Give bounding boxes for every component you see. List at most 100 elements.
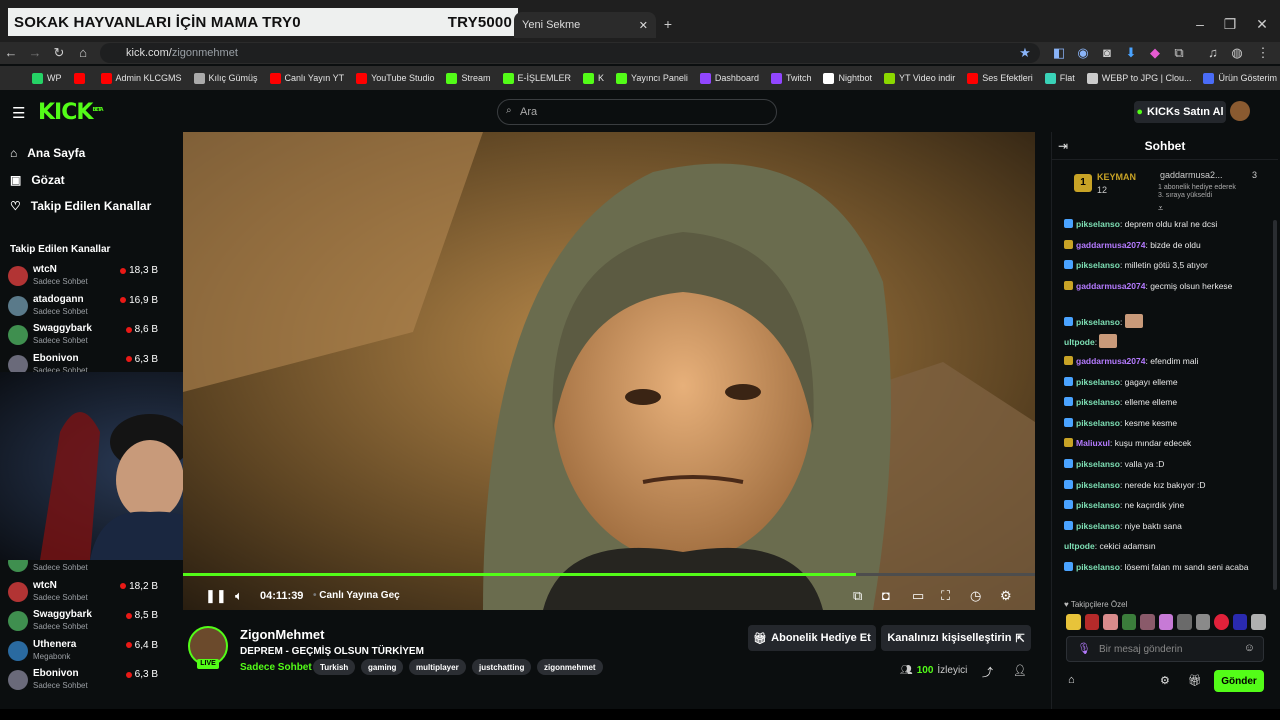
bookmark-item[interactable]: YT Video indir	[884, 72, 955, 84]
emote[interactable]	[1140, 614, 1155, 630]
video-player[interactable]	[183, 132, 1035, 610]
emote[interactable]	[1103, 614, 1118, 630]
translate-icon[interactable]: ◧	[1050, 44, 1068, 62]
volume-icon[interactable]: 🔈︎	[235, 588, 243, 604]
bookmark-item[interactable]: Admin KLCGMS	[100, 72, 182, 84]
bookmark-item[interactable]: Nightbot	[823, 72, 872, 84]
emote[interactable]	[1232, 614, 1248, 630]
fullscreen-icon[interactable]: ⛶	[941, 588, 950, 604]
chat-username[interactable]: gaddarmusa2074	[1076, 356, 1145, 366]
followed-channel-item[interactable]: atadogann Sadece Sohbet 16,9 B	[8, 292, 158, 320]
user-avatar[interactable]	[1230, 101, 1250, 121]
bookmark-item[interactable]: Dashboard	[699, 72, 759, 84]
puzzle-icon[interactable]: ⧉	[1170, 44, 1188, 62]
menu-kebab-icon[interactable]: ⋮	[1254, 44, 1272, 62]
emote[interactable]	[1251, 614, 1267, 630]
chat-username[interactable]: ultpode	[1064, 337, 1095, 347]
chat-settings-icon[interactable]: ⚙	[1160, 674, 1170, 687]
emote[interactable]	[1121, 614, 1137, 630]
chat-username[interactable]: pikselanso	[1076, 377, 1120, 387]
pause-icon[interactable]: ❚❚	[205, 588, 227, 604]
emoji-icon[interactable]: ☺	[1244, 642, 1255, 654]
stream-tag[interactable]: Turkish	[313, 659, 356, 675]
followed-channel-item[interactable]: Swaggybark Sadece Sohbet 8,6 B	[8, 321, 158, 349]
download-icon[interactable]: ⬇	[1122, 44, 1140, 62]
camera-icon[interactable]: ◙	[1098, 44, 1116, 62]
go-live-button[interactable]: • Canlı Yayına Geç	[313, 590, 400, 601]
followed-channel-item[interactable]: Ebonivon Sadece Sohbet 6,3 B	[8, 666, 158, 694]
buy-kicks-button[interactable]: ● KICKs Satın Al	[1134, 101, 1226, 123]
bookmark-item[interactable]: Yayıncı Paneli	[616, 72, 688, 84]
emote[interactable]	[1177, 614, 1192, 630]
extension-icon[interactable]: ◉	[1074, 44, 1092, 62]
hamburger-menu-icon[interactable]: ☰	[12, 104, 25, 122]
clip-icon[interactable]: ◘	[882, 588, 890, 603]
media-icon[interactable]: ♫	[1204, 44, 1222, 62]
bookmark-item[interactable]: E-İŞLEMLER	[502, 72, 571, 84]
stream-tag[interactable]: justchatting	[472, 659, 532, 675]
miniplayer-icon[interactable]: ⧉	[853, 588, 862, 604]
minimize-icon[interactable]: –	[1190, 14, 1210, 34]
bookmark-item[interactable]: Ses Efektleri	[967, 72, 1033, 84]
emote[interactable]	[1195, 614, 1211, 630]
stream-tag[interactable]: gaming	[361, 659, 404, 675]
customize-channel-button[interactable]: Kanalınızı kişiselleştirin ⇱	[881, 625, 1031, 651]
stream-category[interactable]: Sadece Sohbet	[240, 662, 312, 673]
close-tab-icon[interactable]: ✕	[639, 19, 648, 32]
bookmark-item[interactable]: WP	[32, 72, 62, 84]
nav-browse[interactable]: ▣ Gözat	[10, 170, 65, 190]
chat-message-input[interactable]: 🎙︎ Bir mesaj gönderin ☺	[1066, 636, 1264, 662]
stream-tag[interactable]: multiplayer	[409, 659, 466, 675]
chat-username[interactable]: pikselanso	[1076, 459, 1120, 469]
bookmark-item[interactable]: Flat	[1044, 72, 1075, 84]
bookmark-item[interactable]: YouTube Studio	[356, 72, 434, 84]
gift-subscription-button[interactable]: 🎁︎ Abonelik Hediye Et	[748, 625, 876, 651]
bookmark-item[interactable]: Kılıç Gümüş	[193, 72, 258, 84]
follow-user-icon[interactable]: 👤︎	[1013, 664, 1027, 677]
followed-channel-item[interactable]: wtcN Sadece Sohbet 18,2 B	[8, 578, 158, 606]
mic-icon[interactable]: 🎙︎	[1077, 642, 1091, 655]
chat-username[interactable]: pikselanso	[1076, 480, 1120, 490]
followed-channel-item[interactable]: Swaggybark Sadece Sohbet 8,5 B	[8, 607, 158, 635]
chat-username[interactable]: pikselanso	[1076, 521, 1120, 531]
store-icon[interactable]: ⌂	[1068, 674, 1075, 686]
followed-channel-item[interactable]: wtcN Sadece Sohbet 18,3 B	[8, 262, 158, 290]
back-icon[interactable]: ←	[2, 44, 20, 62]
emote[interactable]	[1084, 614, 1100, 630]
chat-username[interactable]: pikselanso	[1076, 317, 1120, 327]
send-button[interactable]: Gönder	[1214, 670, 1264, 692]
chat-username[interactable]: pikselanso	[1076, 260, 1120, 270]
chat-username[interactable]: ultpode	[1064, 541, 1095, 551]
bookmark-item[interactable]: Canlı Yayın YT	[269, 72, 344, 84]
kick-logo[interactable]: KICKBETA	[38, 100, 104, 125]
close-window-icon[interactable]: ✕	[1252, 14, 1272, 34]
bookmark-item[interactable]: WEBP to JPG | Clou...	[1086, 72, 1191, 84]
emote[interactable]	[1214, 614, 1229, 630]
url-bar[interactable]: kick.com/zigonmehmet	[100, 43, 1040, 63]
new-tab-icon[interactable]: +	[658, 14, 678, 34]
maximize-icon[interactable]: ❐	[1220, 14, 1240, 34]
chat-username[interactable]: gaddarmusa2074	[1076, 281, 1145, 291]
search-input[interactable]: ⌕ Ara	[497, 99, 777, 125]
bookmark-item[interactable]: Ürün Gösterim	[1203, 72, 1277, 84]
forward-icon[interactable]: →	[26, 44, 44, 62]
nav-following[interactable]: ♡ Takip Edilen Kanallar	[10, 196, 151, 216]
chat-username[interactable]: Maliuxul	[1076, 438, 1110, 448]
share-icon[interactable]: ⤴	[982, 664, 993, 680]
chat-username[interactable]: pikselanso	[1076, 418, 1120, 428]
chat-username[interactable]: pikselanso	[1076, 219, 1120, 229]
emote[interactable]	[1066, 614, 1081, 630]
expand-icon[interactable]: ⩡	[1158, 203, 1163, 214]
profile-icon[interactable]: ◍	[1228, 44, 1246, 62]
bookmark-item[interactable]: K	[583, 72, 604, 84]
chat-username[interactable]: pikselanso	[1076, 397, 1120, 407]
bookmark-item[interactable]: Stream	[446, 72, 491, 84]
chat-username[interactable]: gaddarmusa2074	[1076, 240, 1145, 250]
extension-icon[interactable]: ◆	[1146, 44, 1164, 62]
chat-scrollbar[interactable]	[1273, 220, 1277, 590]
stream-tag[interactable]: zigonmehmet	[537, 659, 603, 675]
theater-mode-icon[interactable]: ▭	[912, 588, 924, 604]
browser-tab[interactable]: Yeni Sekme ✕	[514, 12, 656, 38]
bookmark-item[interactable]	[73, 72, 89, 84]
playback-speed-icon[interactable]: ◷	[970, 588, 981, 604]
